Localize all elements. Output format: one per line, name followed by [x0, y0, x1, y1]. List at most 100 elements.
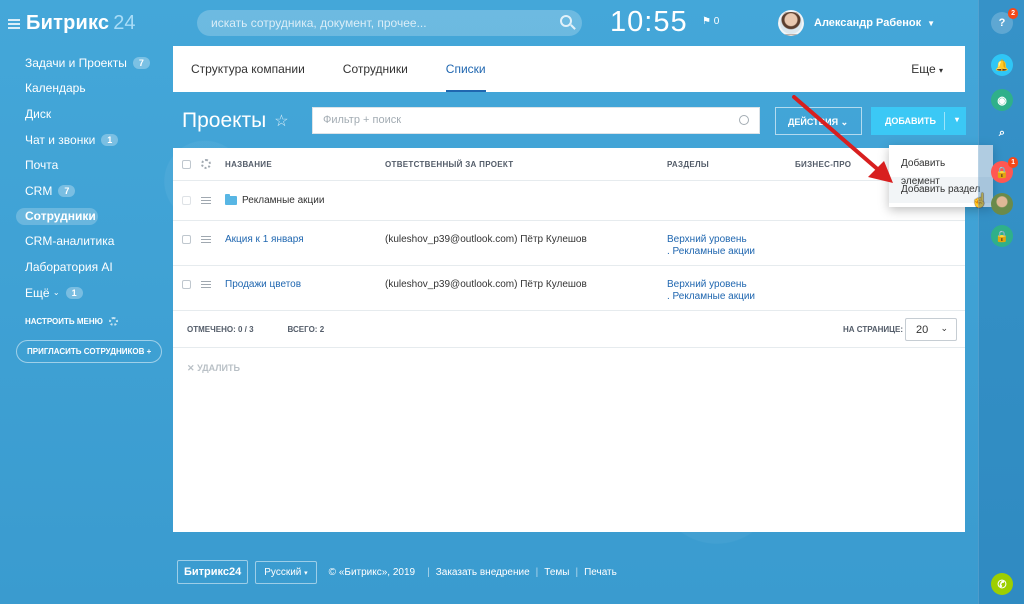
section-link[interactable]: Верхний уровень: [667, 234, 747, 245]
delete-button[interactable]: ✕ УДАЛИТЬ: [187, 363, 240, 374]
footer-logo[interactable]: Битрикс24: [177, 560, 249, 584]
delete-label: УДАЛИТЬ: [197, 363, 240, 373]
add-button[interactable]: ДОБАВИТЬ ▾: [871, 107, 966, 135]
sidebar-item-employees[interactable]: Сотрудники: [16, 207, 98, 225]
right-rail: ? 2 🔔 ◉ ⌕ 🔒 1 🔒 ✆: [978, 0, 1024, 604]
grid-header: НАЗВАНИЕ ОТВЕТСТВЕННЫЙ ЗА ПРОЕКТ РАЗДЕЛЫ…: [173, 148, 965, 181]
sidebar-item-label: Чат и звонки: [25, 132, 96, 147]
chevron-down-icon: ⌄: [52, 288, 60, 298]
per-page-select[interactable]: 20 ⌄: [905, 318, 957, 341]
global-search-input[interactable]: искать сотрудника, документ, прочее...: [197, 10, 582, 36]
section-link[interactable]: . Рекламные акции: [667, 246, 755, 257]
menu-icon[interactable]: [8, 18, 20, 29]
language-select[interactable]: Русский ▾: [255, 560, 317, 584]
logo[interactable]: Битрикс 24: [8, 12, 136, 35]
close-icon: ✕: [187, 363, 195, 373]
sidebar-item-crm-analytics[interactable]: CRM-аналитика: [16, 229, 166, 255]
bell-icon[interactable]: 🔔: [991, 54, 1013, 76]
user-menu[interactable]: Александр Рабенок ▼: [778, 10, 935, 36]
column-name[interactable]: НАЗВАНИЕ: [225, 160, 385, 169]
setup-menu-link[interactable]: НАСТРОИТЬ МЕНЮ: [16, 317, 166, 327]
folder-icon: [225, 194, 237, 205]
row-checkbox[interactable]: [182, 196, 191, 205]
select-all-checkbox[interactable]: [182, 159, 191, 169]
logo-text: Битрикс: [26, 12, 110, 34]
search-icon[interactable]: [560, 15, 572, 27]
sidebar-item-label: Лаборатория AI: [25, 259, 113, 274]
column-responsible[interactable]: ОТВЕТСТВЕННЫЙ ЗА ПРОЕКТ: [385, 160, 667, 169]
table-row[interactable]: Рекламные акции: [173, 181, 965, 221]
sidebar-item-mail[interactable]: Почта: [16, 152, 166, 178]
sidebar-item-crm[interactable]: CRM 7: [16, 178, 166, 204]
drag-handle-icon[interactable]: [201, 197, 211, 204]
column-business-process[interactable]: БИЗНЕС-ПРО: [795, 160, 851, 169]
row-responsible: (kuleshov_p39@outlook.com) Пётр Кулешов: [385, 234, 587, 245]
row-sections: Верхний уровень . Рекламные акции: [667, 234, 795, 258]
sidebar-item-ai-lab[interactable]: Лаборатория AI: [16, 254, 166, 280]
notification-badge: 2: [1008, 8, 1018, 19]
row-responsible: (kuleshov_p39@outlook.com) Пётр Кулешов: [385, 279, 587, 290]
row-checkbox[interactable]: [182, 280, 191, 289]
sidebar-item-calendar[interactable]: Календарь: [16, 76, 166, 102]
folder-name[interactable]: Рекламные акции: [242, 195, 324, 206]
invite-label: ПРИГЛАСИТЬ СОТРУДНИКОВ: [27, 347, 145, 357]
help-icon[interactable]: ? 2: [991, 8, 1018, 34]
invite-employees-button[interactable]: ПРИГЛАСИТЬ СОТРУДНИКОВ +: [16, 340, 163, 364]
section-link[interactable]: Верхний уровень: [667, 279, 747, 290]
logo-number: 24: [113, 12, 136, 34]
table-row[interactable]: Продажи цветов (kuleshov_p39@outlook.com…: [173, 266, 965, 311]
filter-search-input[interactable]: Фильтр + поиск: [312, 107, 760, 134]
avatar: [778, 10, 804, 36]
footer-link-order[interactable]: Заказать внедрение: [436, 567, 530, 578]
sidebar-item-tasks[interactable]: Задачи и Проекты 7: [16, 50, 166, 76]
drag-handle-icon[interactable]: [201, 281, 211, 288]
sidebar-item-label: Почта: [25, 158, 59, 173]
row-checkbox[interactable]: [182, 235, 191, 244]
user-name: Александр Рабенок: [814, 17, 922, 29]
footer-link-print[interactable]: Печать: [584, 567, 617, 578]
chevron-down-icon: ▾: [938, 66, 943, 75]
counter-badge: 1: [65, 286, 83, 299]
list-grid: НАЗВАНИЕ ОТВЕТСТВЕННЫЙ ЗА ПРОЕКТ РАЗДЕЛЫ…: [173, 148, 965, 532]
star-icon[interactable]: ☆: [274, 111, 288, 131]
sidebar-item-label: Календарь: [25, 81, 86, 96]
tab-more-label: Еще: [911, 62, 936, 76]
search-icon[interactable]: [739, 115, 749, 125]
row-name[interactable]: Акция к 1 января: [225, 234, 385, 245]
lock-icon[interactable]: 🔒: [991, 225, 1013, 247]
filter-placeholder: Фильтр + поиск: [323, 114, 402, 126]
tab-company-structure[interactable]: Структура компании: [191, 46, 305, 92]
search-icon[interactable]: ⌕: [991, 122, 1013, 144]
per-page-label: НА СТРАНИЦЕ:: [842, 325, 903, 334]
phone-icon[interactable]: ✆: [991, 573, 1013, 595]
settings-icon[interactable]: [201, 159, 211, 169]
sidebar-item-disk[interactable]: Диск: [16, 101, 166, 127]
sidebar-item-label: Сотрудники: [25, 209, 96, 224]
footer: Битрикс24 Русский ▾ © «Битрикс», 2019 | …: [177, 560, 617, 584]
actions-button[interactable]: ДЕЙСТВИЯ ⌄: [775, 107, 862, 135]
page-title: Проекты ☆: [182, 109, 289, 133]
lock-icon[interactable]: 🔒 1: [991, 157, 1018, 183]
tab-employees[interactable]: Сотрудники: [343, 46, 408, 92]
clock[interactable]: 10:55: [610, 6, 688, 39]
tab-lists[interactable]: Списки: [445, 46, 486, 92]
sidebar-item-more[interactable]: Ещё ⌄ 1: [16, 280, 166, 306]
total-label: ВСЕГО:: [287, 324, 318, 334]
drag-handle-icon[interactable]: [201, 236, 211, 243]
row-name[interactable]: Продажи цветов: [225, 279, 385, 290]
column-sections[interactable]: РАЗДЕЛЫ: [667, 160, 795, 169]
sidebar-item-chat[interactable]: Чат и звонки 1: [16, 127, 166, 153]
counter-badge: 7: [132, 56, 150, 69]
contact-avatar[interactable]: [991, 193, 1013, 215]
plus-icon: +: [146, 347, 152, 357]
chevron-down-icon[interactable]: ▾: [955, 115, 959, 124]
language-label: Русский: [264, 566, 302, 578]
table-row[interactable]: Акция к 1 января (kuleshov_p39@outlook.c…: [173, 221, 965, 266]
chat-icon[interactable]: ◉: [991, 89, 1013, 111]
add-label: ДОБАВИТЬ: [885, 116, 936, 126]
sidebar-item-label: CRM-аналитика: [25, 234, 115, 249]
tab-more[interactable]: Еще ▾: [911, 46, 943, 94]
footer-link-themes[interactable]: Темы: [544, 567, 569, 578]
section-link[interactable]: . Рекламные акции: [667, 291, 755, 302]
flag-counter[interactable]: ⚑ 0: [702, 16, 719, 27]
